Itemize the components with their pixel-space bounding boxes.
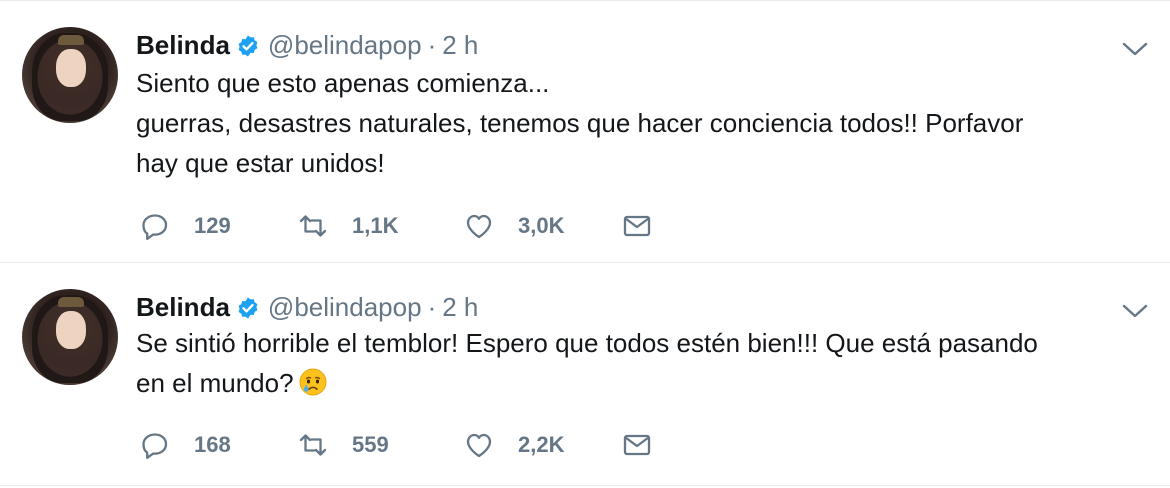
direct-message-icon: [623, 215, 651, 237]
display-name[interactable]: Belinda: [136, 30, 230, 60]
crying-face-emoji: [299, 368, 327, 396]
timestamp[interactable]: 2 h: [442, 30, 478, 60]
chevron-down-icon[interactable]: [1122, 41, 1148, 57]
like-button[interactable]: 2,2K: [464, 430, 564, 460]
tweet-card[interactable]: Belinda @belindapop · 2 h Se sintió horribl…: [0, 263, 1170, 486]
retweet-button[interactable]: 1,1K: [298, 211, 398, 241]
retweet-count: 1,1K: [352, 213, 399, 238]
timestamp[interactable]: 2 h: [442, 292, 478, 322]
tweet-text-line: Se sintió horrible el temblor! Espero qu…: [136, 328, 1038, 358]
tweet-text-line: Siento que esto apenas comienza...: [136, 68, 550, 98]
timeline-feed: Belinda @belindapop · 2 h Siento que esto a…: [0, 0, 1170, 488]
verified-badge-icon: [238, 297, 258, 319]
reply-icon: [142, 433, 168, 459]
verified-badge-icon: [238, 35, 258, 57]
tweet-text: Se sintió horrible el temblor! Espero qu…: [136, 323, 1126, 403]
avatar[interactable]: [22, 289, 118, 385]
direct-message-button[interactable]: [622, 430, 652, 460]
separator-dot: ·: [427, 30, 437, 60]
retweet-icon: [299, 215, 327, 237]
separator-dot: ·: [427, 292, 437, 322]
username[interactable]: @belindapop: [268, 292, 422, 322]
like-count: 3,0K: [518, 213, 565, 238]
username[interactable]: @belindapop: [268, 30, 422, 60]
like-count: 2,2K: [518, 432, 565, 457]
like-icon: [466, 433, 492, 458]
retweet-button[interactable]: 559: [298, 430, 389, 460]
tweet-text: Siento que esto apenas comienza... guerr…: [136, 63, 1126, 183]
like-icon: [466, 214, 492, 239]
tweet-header: Belinda @belindapop · 2 h: [136, 291, 478, 323]
chevron-down-icon[interactable]: [1122, 303, 1148, 319]
reply-button[interactable]: 129: [140, 211, 231, 241]
tweet-text-line: hay que estar unidos!: [136, 148, 385, 178]
tweet-text-line-with-emoji: en el mundo?: [136, 363, 1126, 403]
reply-count: 168: [194, 432, 231, 457]
tweet-text-line: guerras, desastres naturales, tenemos qu…: [136, 108, 1024, 138]
display-name[interactable]: Belinda: [136, 292, 230, 322]
tweet-card[interactable]: Belinda @belindapop · 2 h Siento que esto a…: [0, 0, 1170, 263]
tweet-text-line: en el mundo?: [136, 368, 294, 398]
avatar[interactable]: [22, 27, 118, 123]
reply-count: 129: [194, 213, 231, 238]
direct-message-icon: [623, 434, 651, 456]
like-button[interactable]: 3,0K: [464, 211, 564, 241]
reply-icon: [142, 214, 168, 240]
reply-button[interactable]: 168: [140, 430, 231, 460]
retweet-icon: [299, 434, 327, 456]
direct-message-button[interactable]: [622, 211, 652, 241]
tweet-header: Belinda @belindapop · 2 h: [136, 29, 478, 61]
retweet-count: 559: [352, 432, 389, 457]
